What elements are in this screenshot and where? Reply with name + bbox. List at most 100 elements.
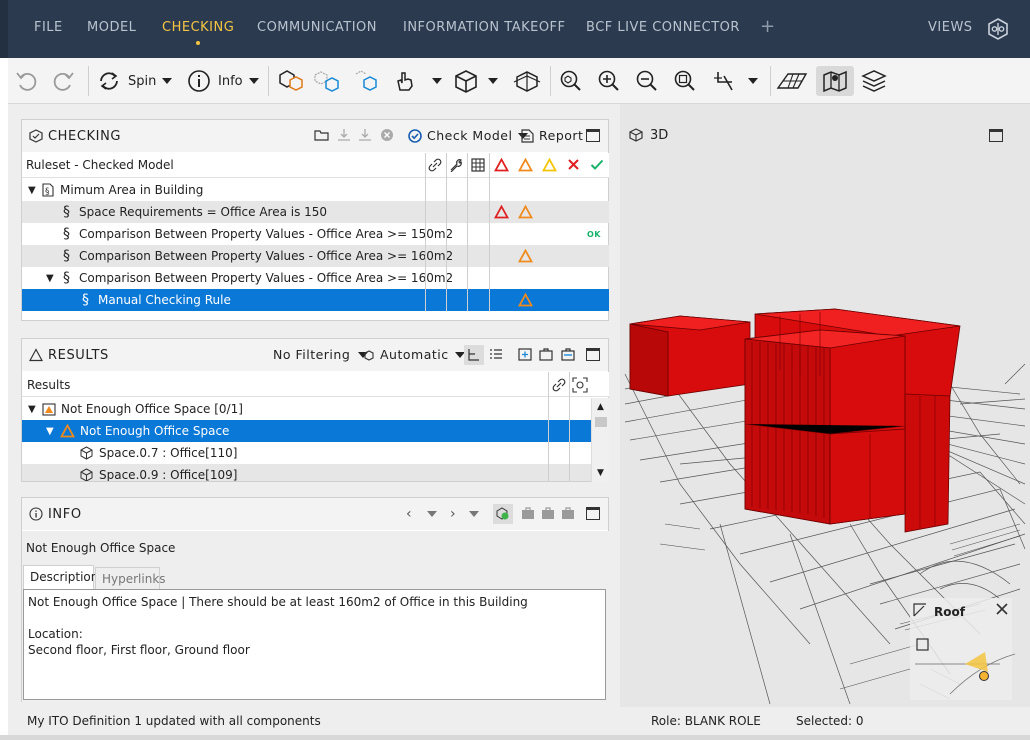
3d-view-panel[interactable]: 3D Roof — [620, 104, 1030, 707]
map-view-button[interactable] — [816, 66, 854, 96]
info-dropdown[interactable]: Info — [186, 66, 259, 96]
menu-model[interactable]: MODEL — [87, 20, 136, 35]
stop-button[interactable] — [380, 128, 394, 142]
results-scrollbar[interactable]: ▲ ▼ — [591, 398, 609, 482]
isolate-components-button[interactable] — [312, 66, 342, 96]
zoom-selected-icon — [560, 70, 581, 91]
maximize-panel-icon[interactable] — [586, 129, 600, 142]
zoom-extents-button[interactable] — [672, 66, 698, 96]
next-arrow-icon[interactable]: › — [450, 506, 456, 522]
issue-export-button[interactable] — [561, 347, 575, 361]
tab-description[interactable]: Description — [23, 565, 98, 589]
issue-briefcase-button[interactable] — [521, 506, 535, 520]
undo-button[interactable] — [14, 66, 40, 96]
folder-open-icon — [314, 130, 329, 141]
download-icon — [338, 129, 350, 141]
selected-count: Selected: 0 — [796, 714, 864, 728]
result-group-row[interactable]: ▼ Not Enough Office Space [0/1] — [22, 398, 592, 420]
menu-checking[interactable]: CHECKING — [162, 20, 234, 45]
grid-plane-icon — [776, 73, 808, 89]
redo-button[interactable] — [50, 66, 76, 96]
svg-text:§: § — [45, 187, 50, 197]
ok-status-badge: OK — [587, 229, 601, 239]
issue-briefcase-button[interactable] — [561, 506, 575, 520]
wrench-icon — [450, 159, 463, 172]
tree-view-button[interactable] — [464, 345, 484, 365]
spin-dropdown[interactable]: Spin — [96, 66, 173, 96]
warning-icon — [29, 348, 43, 362]
maximize-panel-icon[interactable] — [586, 507, 600, 520]
result-issue-label: Not Enough Office Space — [80, 424, 230, 438]
collapse-arrow-icon[interactable]: ▼ — [28, 404, 36, 415]
location-value: Second floor, First floor, Ground floor — [28, 643, 250, 657]
building-model-canvas[interactable] — [620, 104, 1030, 707]
hand-pointer-icon — [397, 72, 413, 91]
chevron-down-icon[interactable] — [469, 511, 479, 517]
app-logo-icon[interactable] — [986, 17, 1010, 41]
maximize-panel-icon[interactable] — [586, 348, 600, 361]
download-button[interactable] — [337, 128, 351, 142]
menu-views[interactable]: VIEWS — [928, 20, 973, 35]
checking-table-header: Ruleset - Checked Model — [22, 153, 609, 178]
open-ruleset-button[interactable] — [314, 128, 330, 142]
select-components-button[interactable] — [276, 66, 304, 96]
grouping-mode-label: Automatic — [380, 347, 449, 362]
issue-briefcase-button[interactable] — [541, 506, 555, 520]
scroll-up-icon[interactable]: ▲ — [597, 402, 604, 412]
info-icon — [188, 70, 210, 92]
rule-row-selected[interactable]: § Manual Checking Rule — [22, 289, 609, 311]
hide-components-button[interactable] — [352, 66, 380, 96]
result-component-row[interactable]: Space.0.7 : Office[110] — [22, 442, 592, 464]
cube-select-icon — [279, 70, 303, 91]
check-model-dropdown[interactable]: Check Model — [408, 128, 529, 143]
view-cube-dropdown[interactable] — [452, 66, 498, 96]
rule-row[interactable]: § Space Requirements = Office Area is 15… — [22, 201, 609, 223]
scroll-thumb[interactable] — [595, 417, 607, 427]
menu-communication[interactable]: COMMUNICATION — [257, 20, 377, 35]
chevron-down-icon[interactable] — [427, 511, 437, 517]
tab-hyperlinks[interactable]: Hyperlinks — [95, 567, 166, 589]
issue-folder-icon — [42, 403, 56, 416]
filtering-dropdown[interactable]: No Filtering — [273, 347, 369, 362]
add-tab-button[interactable]: + — [760, 16, 775, 37]
download-all-button[interactable] — [358, 128, 372, 142]
grid-plane-button[interactable] — [776, 66, 808, 96]
add-issue-button[interactable] — [518, 347, 532, 361]
result-component-row[interactable]: Space.0.9 : Office[109] — [22, 464, 592, 481]
low-issue-icon — [542, 158, 557, 172]
results-panel-header: RESULTS No Filtering Automatic — [22, 339, 608, 371]
collapse-arrow-icon[interactable]: ▼ — [46, 426, 54, 437]
list-view-button[interactable] — [489, 347, 503, 361]
menu-information-takeoff[interactable]: INFORMATION TAKEOFF — [403, 20, 566, 35]
menu-file[interactable]: FILE — [34, 20, 63, 35]
description-textarea[interactable]: Not Enough Office Space | There should b… — [23, 589, 606, 700]
issue-status-button[interactable] — [539, 347, 553, 361]
report-icon — [521, 128, 534, 143]
collapse-arrow-icon[interactable]: ▼ — [46, 273, 54, 284]
status-bar: My ITO Definition 1 updated with all com… — [8, 707, 1030, 735]
column-divider — [467, 153, 468, 311]
rule-row[interactable]: § Comparison Between Property Values - O… — [22, 223, 609, 245]
previous-arrow-icon[interactable]: ‹ — [406, 506, 412, 522]
grouping-mode-dropdown[interactable]: Automatic — [363, 347, 465, 362]
zoom-in-button[interactable] — [596, 66, 622, 96]
zoom-out-button[interactable] — [634, 66, 660, 96]
menu-bcf-live-connector[interactable]: BCF LIVE CONNECTOR — [586, 20, 740, 35]
zoom-selected-button[interactable] — [558, 66, 584, 96]
measure-icon — [714, 72, 733, 91]
result-issue-row-selected[interactable]: ▼ Not Enough Office Space — [22, 420, 592, 442]
report-button[interactable]: Report — [521, 128, 583, 143]
collapse-arrow-icon[interactable]: ▼ — [28, 185, 36, 196]
filtering-label: No Filtering — [273, 347, 351, 362]
section-box-button[interactable] — [512, 66, 542, 96]
measure-dropdown[interactable] — [712, 66, 758, 96]
layers-button[interactable] — [860, 66, 888, 96]
visibility-dropdown[interactable] — [392, 66, 442, 96]
ruleset-row[interactable]: ▼ § Mimum Area in Building — [22, 179, 609, 201]
rule-row[interactable]: § Comparison Between Property Values - O… — [22, 245, 609, 267]
component-info-button[interactable] — [493, 504, 513, 524]
rule-row[interactable]: ▼ § Comparison Between Property Values -… — [22, 267, 609, 289]
rule-section-icon: § — [63, 204, 70, 220]
critical-issue-icon — [494, 205, 509, 219]
scroll-down-icon[interactable]: ▼ — [597, 468, 604, 478]
